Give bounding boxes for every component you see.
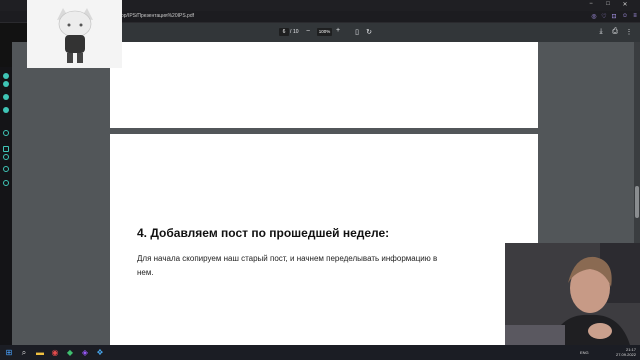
page-body-line: Для начала скопируем наш старый пост, и … xyxy=(137,254,438,263)
opera-icon[interactable]: ◉ xyxy=(49,347,61,358)
shield-icon[interactable]: ⊡ xyxy=(610,13,618,20)
page-body-line: нем. xyxy=(137,268,154,277)
sidebar-player-icon[interactable] xyxy=(3,146,9,152)
page-count: 10 xyxy=(293,29,299,35)
sidebar-telegram-icon[interactable] xyxy=(3,81,9,87)
pdf-page-5 xyxy=(110,42,538,128)
zoom-level-input[interactable]: 100% xyxy=(317,28,332,36)
sidebar-bookmarks-icon[interactable] xyxy=(3,154,9,160)
rotate-icon[interactable]: ↻ xyxy=(364,28,374,36)
fit-page-icon[interactable]: ▯ xyxy=(352,28,362,36)
zoom-out-button[interactable]: − xyxy=(306,28,310,35)
maximize-button[interactable]: □ xyxy=(603,1,613,7)
pdf-toolbar xyxy=(110,23,640,42)
heart-icon[interactable]: ♡ xyxy=(600,13,608,20)
sidebar-settings-icon[interactable] xyxy=(3,180,9,186)
sidebar-history-icon[interactable] xyxy=(3,166,9,172)
address-url[interactable]: op/IPS/Презентация%20IPS.pdf xyxy=(121,13,194,19)
scrollbar-thumb[interactable] xyxy=(635,186,639,218)
minimize-button[interactable]: − xyxy=(586,1,596,7)
page-heading: 4. Добавляем пост по прошедшей неделе: xyxy=(137,226,390,240)
more-vert-icon[interactable]: ⋮ xyxy=(624,28,634,36)
sidebar-instagram-icon[interactable] xyxy=(3,107,9,113)
vscode-icon[interactable]: ❖ xyxy=(94,347,106,358)
discord-icon[interactable]: ◈ xyxy=(79,347,91,358)
zoom-in-button[interactable]: + xyxy=(336,27,340,34)
sidebar-flow-icon[interactable] xyxy=(3,130,9,136)
sidebar-whatsapp-icon[interactable] xyxy=(3,94,9,100)
keyboard-language[interactable]: ENG xyxy=(580,350,589,355)
app-icon[interactable]: ◆ xyxy=(64,347,76,358)
menu-icon[interactable]: ≡ xyxy=(631,13,639,19)
file-explorer-icon[interactable]: ▬ xyxy=(34,347,46,358)
close-window-button[interactable]: ✕ xyxy=(620,1,630,8)
profile-icon[interactable]: ☺ xyxy=(621,13,629,19)
start-icon[interactable]: ⊞ xyxy=(3,347,15,358)
download-icon[interactable]: ⤓ xyxy=(596,28,606,36)
page-separator: / xyxy=(290,29,292,35)
taskbar-clock[interactable]: 21:17 27.09.2022 xyxy=(612,347,636,357)
clock-date: 27.09.2022 xyxy=(615,352,636,357)
camera-icon[interactable]: ◎ xyxy=(590,13,598,20)
webcam-overlay xyxy=(505,243,640,345)
sidebar-messenger-icon[interactable] xyxy=(3,73,9,79)
browser-sidebar xyxy=(0,67,12,345)
anime-avatar-overlay xyxy=(27,0,122,68)
print-icon[interactable]: ⎙ xyxy=(610,28,620,36)
page-number-input[interactable]: 6 xyxy=(279,28,289,36)
search-icon[interactable]: ⌕ xyxy=(18,347,30,358)
